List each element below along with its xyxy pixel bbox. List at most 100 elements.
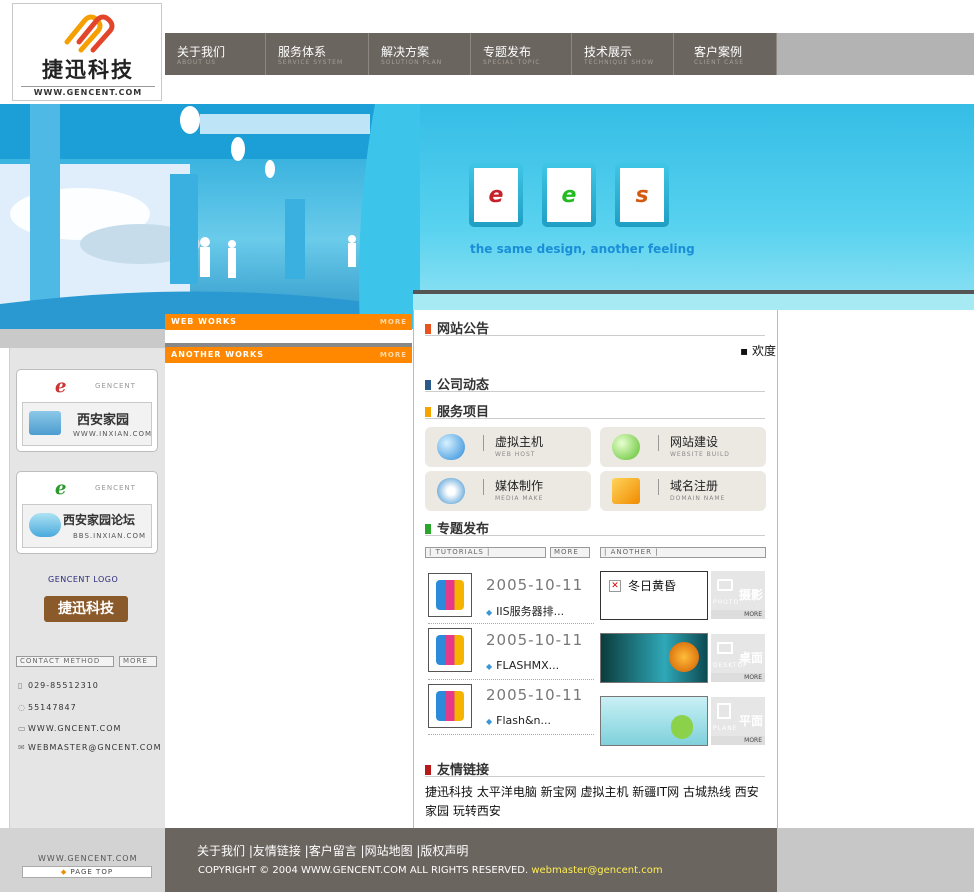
footer-copyright: COPYRIGHT © 2004 WWW.GENCENT.COM ALL RIG… — [198, 865, 663, 876]
page-top-button[interactable]: ◆ PAGE TOP — [22, 866, 152, 878]
nav-sublabel: ABOUT US — [177, 59, 217, 66]
service-sub: WEBSITE BUILD — [670, 451, 730, 458]
service-domain-name[interactable]: 域名注册 DOMAIN NAME — [600, 471, 766, 511]
nav-label: 专题发布 — [483, 45, 532, 59]
service-web-host[interactable]: 虚拟主机 WEB HOST — [425, 427, 591, 467]
gencent-logo-badge[interactable]: 捷迅科技 — [44, 596, 128, 622]
nav-label: 服务体系 — [278, 45, 327, 59]
nav-label: 技术展示 — [584, 45, 633, 59]
site-logo[interactable]: 捷迅科技 WWW.GENCENT.COM — [12, 3, 162, 101]
notice-marquee[interactable]: ▪ 欢度 — [740, 342, 776, 359]
disc-icon — [669, 642, 699, 672]
logo-variant-green: e — [547, 168, 591, 222]
topic-title: IIS服务器排... — [496, 605, 565, 618]
topic-date: 2005-10-11 — [486, 686, 584, 704]
service-website-build[interactable]: 网站建设 WEBSITE BUILD — [600, 427, 766, 467]
topic-link[interactable]: ◆ Flash&n... — [486, 714, 551, 727]
nav-sublabel: CLIENT CASE — [694, 59, 745, 66]
right-blank — [778, 310, 974, 828]
leaf-icon — [671, 715, 693, 739]
logo-title: 捷迅科技 — [42, 57, 134, 82]
contact-web[interactable]: ▭WWW.GNCENT.COM — [18, 724, 121, 733]
nav-sublabel: SOLUTION PLAN — [381, 59, 443, 66]
category-plane-more[interactable]: MORE — [711, 736, 765, 745]
another-works-more[interactable]: MORE — [380, 347, 407, 363]
topic-title: Flash&n... — [496, 714, 552, 727]
left-band — [0, 329, 165, 348]
banner-logo-tile: s — [615, 163, 669, 227]
banner-tagline: the same design, another feeling — [470, 242, 695, 256]
contact-more-button[interactable]: MORE — [119, 656, 157, 667]
nav-about-us[interactable]: 关于我们 ABOUT US — [165, 33, 266, 75]
cloud-icon — [29, 513, 61, 537]
topic-title-text: 专题发布 — [437, 522, 490, 537]
category-photo[interactable]: 摄影 PHOTO — [711, 571, 765, 611]
nav-sublabel: SPECIAL TOPIC — [483, 59, 541, 66]
service-section-title: 服务项目 — [425, 401, 765, 420]
topic-link[interactable]: ◆ FLASHMX... — [486, 659, 559, 672]
logo-variant-orange: s — [620, 168, 664, 222]
tutorials-more-button[interactable]: MORE — [550, 547, 590, 558]
gencent-swoosh-icon: ℯ — [55, 478, 67, 499]
category-desktop[interactable]: 桌面 DESKTOP — [711, 634, 765, 674]
news-title-text: 公司动态 — [437, 378, 490, 393]
nav-sublabel: TECHNIQUE SHOW — [584, 59, 655, 66]
paint-bucket-icon — [436, 635, 464, 665]
nav-technique-show[interactable]: 技术展示 TECHNIQUE SHOW — [572, 33, 674, 75]
another-item-desktop[interactable] — [600, 633, 708, 683]
document-icon — [717, 703, 731, 719]
nav-client-case[interactable]: 客户案例 CLIENT CASE — [674, 33, 777, 75]
square-icon — [425, 324, 431, 334]
partner-name: 西安家园 — [77, 413, 130, 428]
topic-date: 2005-10-11 — [486, 631, 584, 649]
service-name: 媒体制作 — [495, 479, 544, 493]
camera-icon — [717, 579, 733, 591]
nav-special-topic[interactable]: 专题发布 SPECIAL TOPIC — [471, 33, 572, 75]
nav-service-system[interactable]: 服务体系 SERVICE SYSTEM — [266, 33, 369, 75]
topic-link[interactable]: ◆ IIS服务器排... — [486, 603, 564, 619]
globe-icon — [437, 434, 465, 460]
footer-links[interactable]: 关于我们 |友情链接 |客户留言 |网站地图 |版权声明 — [197, 842, 468, 859]
square-icon — [425, 765, 431, 775]
partner-inxian[interactable]: ℯ GENCENT 西安家园 WWW.INXIAN.COM — [16, 369, 158, 452]
another-works-bar[interactable]: ANOTHER WORKS MORE — [165, 347, 412, 363]
category-plane[interactable]: 平面 PLANE — [711, 697, 765, 737]
monitor-icon — [717, 642, 733, 654]
footer-email-link[interactable]: webmaster@gencent.com — [531, 865, 662, 876]
contact-phone: ▯ 029-85512310 — [18, 681, 99, 690]
partner-card: 西安家园论坛 BBS.INXIAN.COM — [22, 504, 152, 548]
service-media-make[interactable]: 媒体制作 MEDIA MAKE — [425, 471, 591, 511]
another-item-plane[interactable] — [600, 696, 708, 746]
another-tab[interactable]: | ANOTHER | — [600, 547, 766, 558]
divider — [428, 679, 594, 680]
contact-method-label: CONTACT METHOD — [16, 656, 114, 667]
category-photo-more[interactable]: MORE — [711, 610, 765, 619]
bullet-icon: ◆ — [486, 662, 493, 671]
service-name: 域名注册 — [670, 479, 719, 493]
category-sub: PLANE — [713, 725, 738, 732]
bullet-icon: ◆ — [486, 717, 493, 726]
square-icon — [425, 380, 431, 390]
category-desktop-more[interactable]: MORE — [711, 673, 765, 682]
links-section-title: 友情链接 — [425, 759, 765, 778]
arrow-up-icon: ◆ — [60, 868, 71, 876]
tutorials-tab[interactable]: | TUTORIALS | — [425, 547, 546, 558]
partner-inxian-bbs[interactable]: ℯ GENCENT 西安家园论坛 BBS.INXIAN.COM — [16, 471, 158, 554]
mail-icon: ✉ — [18, 743, 26, 752]
another-item-dusk[interactable]: ✕ 冬日黄昏 — [600, 571, 708, 620]
service-sub: DOMAIN NAME — [670, 495, 726, 502]
topic-thumbnail[interactable] — [428, 573, 472, 617]
topic-thumbnail[interactable] — [428, 628, 472, 672]
topic-thumbnail[interactable] — [428, 684, 472, 728]
gencent-logo-label: GENCENT LOGO — [48, 575, 119, 584]
friend-links[interactable]: 捷迅科技 太平洋电脑 新宝网 虚拟主机 新疆IT网 古城热线 西安家园 玩转西安 — [425, 783, 765, 821]
category-sub: DESKTOP — [713, 662, 748, 669]
nav-solution-plan[interactable]: 解决方案 SOLUTION PLAN — [369, 33, 471, 75]
web-works-more[interactable]: MORE — [380, 314, 407, 330]
computer-icon — [29, 411, 61, 435]
web-works-bar[interactable]: WEB WORKS MORE — [165, 314, 412, 330]
service-title-text: 服务项目 — [437, 405, 490, 420]
contact-email[interactable]: ✉ WEBMASTER@GNCENT.COM — [18, 743, 161, 752]
nav-label: 客户案例 — [694, 45, 743, 59]
footer-site-url: WWW.GENCENT.COM — [38, 854, 138, 863]
